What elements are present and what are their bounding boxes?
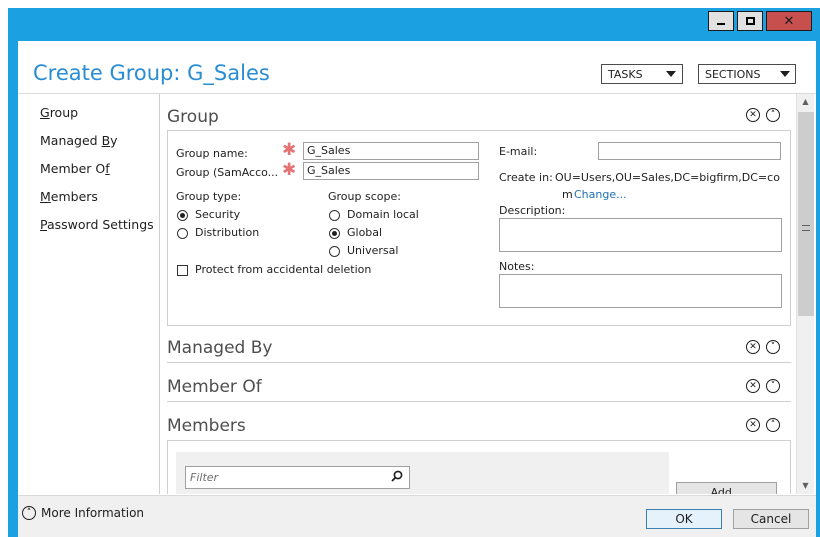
chevron-up-icon[interactable]: ˄: [766, 108, 780, 122]
change-link[interactable]: Change...: [574, 188, 627, 201]
type-distribution-radio[interactable]: [177, 228, 188, 239]
nav-item-members[interactable]: Members: [40, 189, 154, 217]
email-label: E-mail:: [499, 145, 538, 158]
filter-input[interactable]: Filter: [185, 466, 410, 489]
close-section-icon[interactable]: ✕: [746, 108, 760, 122]
divider: [167, 401, 791, 402]
create-in-label: Create in:: [499, 171, 553, 184]
description-label: Description:: [499, 204, 566, 217]
required-icon: ✱: [282, 140, 297, 160]
scroll-up-icon[interactable]: ▲: [797, 94, 814, 110]
scope-universal-radio[interactable]: [329, 246, 340, 257]
sections-label: SECTIONS: [705, 67, 761, 81]
protect-deletion-checkbox[interactable]: [177, 265, 188, 276]
tasks-dropdown[interactable]: TASKS: [601, 64, 683, 84]
group-scope-label: Group scope:: [328, 190, 401, 203]
ok-button[interactable]: OK: [646, 509, 722, 529]
chevron-up-circle-icon: ˄: [22, 506, 36, 520]
close-section-icon[interactable]: ✕: [746, 340, 760, 354]
chevron-up-icon[interactable]: ˄: [766, 418, 780, 432]
nav-item-password-settings[interactable]: Password Settings: [40, 217, 154, 245]
tasks-label: TASKS: [608, 67, 643, 81]
create-in-value: OU=Users,OU=Sales,DC=bigfirm,DC=co: [555, 171, 780, 184]
group-type-label: Group type:: [176, 190, 242, 203]
cancel-button[interactable]: Cancel: [733, 509, 809, 529]
sections-dropdown[interactable]: SECTIONS: [698, 64, 796, 84]
chevron-down-icon[interactable]: ˅: [766, 379, 780, 393]
scope-domain-local-label[interactable]: Domain local: [347, 208, 419, 221]
type-security-radio[interactable]: [177, 210, 188, 221]
nav-item-group[interactable]: Group: [40, 105, 154, 133]
section-nav: Group Managed By Member Of Members Passw…: [40, 105, 154, 245]
group-section-title[interactable]: Group: [167, 107, 219, 127]
scope-global-radio[interactable]: [329, 228, 340, 239]
divider: [167, 362, 791, 363]
members-section-title[interactable]: Members: [167, 416, 246, 436]
group-section-panel: Group name: ✱ G_Sales Group (SamAcco... …: [167, 130, 791, 326]
chevron-down-icon: [780, 71, 791, 77]
scroll-down-icon[interactable]: ▼: [797, 478, 814, 494]
scope-global-label[interactable]: Global: [347, 226, 382, 239]
nav-item-managed-by[interactable]: Managed By: [40, 133, 154, 161]
scope-domain-local-radio[interactable]: [329, 210, 340, 221]
group-name-input[interactable]: G_Sales: [303, 142, 479, 160]
search-icon[interactable]: [391, 470, 403, 482]
grip-icon: [802, 225, 810, 231]
scrollbar-thumb[interactable]: [798, 112, 814, 316]
more-information-label: More Information: [41, 506, 145, 520]
notes-label: Notes:: [499, 260, 535, 273]
protect-deletion-label[interactable]: Protect from accidental deletion: [195, 263, 371, 276]
close-button[interactable]: ✕: [766, 11, 812, 31]
scope-universal-label[interactable]: Universal: [347, 244, 398, 257]
email-input[interactable]: [598, 142, 781, 160]
caption-bar[interactable]: ✕: [8, 8, 820, 38]
notes-input[interactable]: [499, 274, 782, 308]
close-section-icon[interactable]: ✕: [746, 418, 760, 432]
minimize-button[interactable]: [708, 11, 734, 31]
maximize-icon: [745, 17, 755, 25]
vertical-scrollbar[interactable]: ▲ ▼: [796, 94, 814, 494]
description-input[interactable]: [499, 218, 782, 252]
nav-item-member-of[interactable]: Member Of: [40, 161, 154, 189]
close-icon: ✕: [783, 13, 795, 29]
create-in-value-wrap: m: [562, 188, 573, 201]
sam-account-input[interactable]: G_Sales: [303, 162, 479, 180]
sam-account-label: Group (SamAcco...: [176, 166, 279, 179]
chevron-down-icon[interactable]: ˅: [766, 340, 780, 354]
managed-by-section-title[interactable]: Managed By: [167, 338, 272, 358]
page-title: Create Group: G_Sales: [33, 61, 270, 85]
add-member-button[interactable]: Add...: [676, 482, 777, 494]
more-information-toggle[interactable]: ˄ More Information: [22, 506, 144, 520]
chevron-down-icon: [666, 71, 676, 77]
minimize-icon: [717, 23, 725, 25]
maximize-button[interactable]: [737, 11, 763, 31]
required-icon: ✱: [282, 160, 297, 180]
close-section-icon[interactable]: ✕: [746, 379, 760, 393]
type-distribution-label[interactable]: Distribution: [195, 226, 259, 239]
create-group-dialog: Create Group: G_Sales TASKS SECTIONS Gro…: [18, 41, 816, 537]
type-security-label[interactable]: Security: [195, 208, 240, 221]
footer-bar: ˄ More Information OK Cancel: [18, 496, 816, 537]
sections-content: Group ✕ ˄ Group name: ✱ G_Sales Group (S…: [160, 94, 795, 494]
member-of-section-title[interactable]: Member Of: [167, 377, 262, 397]
group-name-label: Group name:: [176, 147, 248, 160]
